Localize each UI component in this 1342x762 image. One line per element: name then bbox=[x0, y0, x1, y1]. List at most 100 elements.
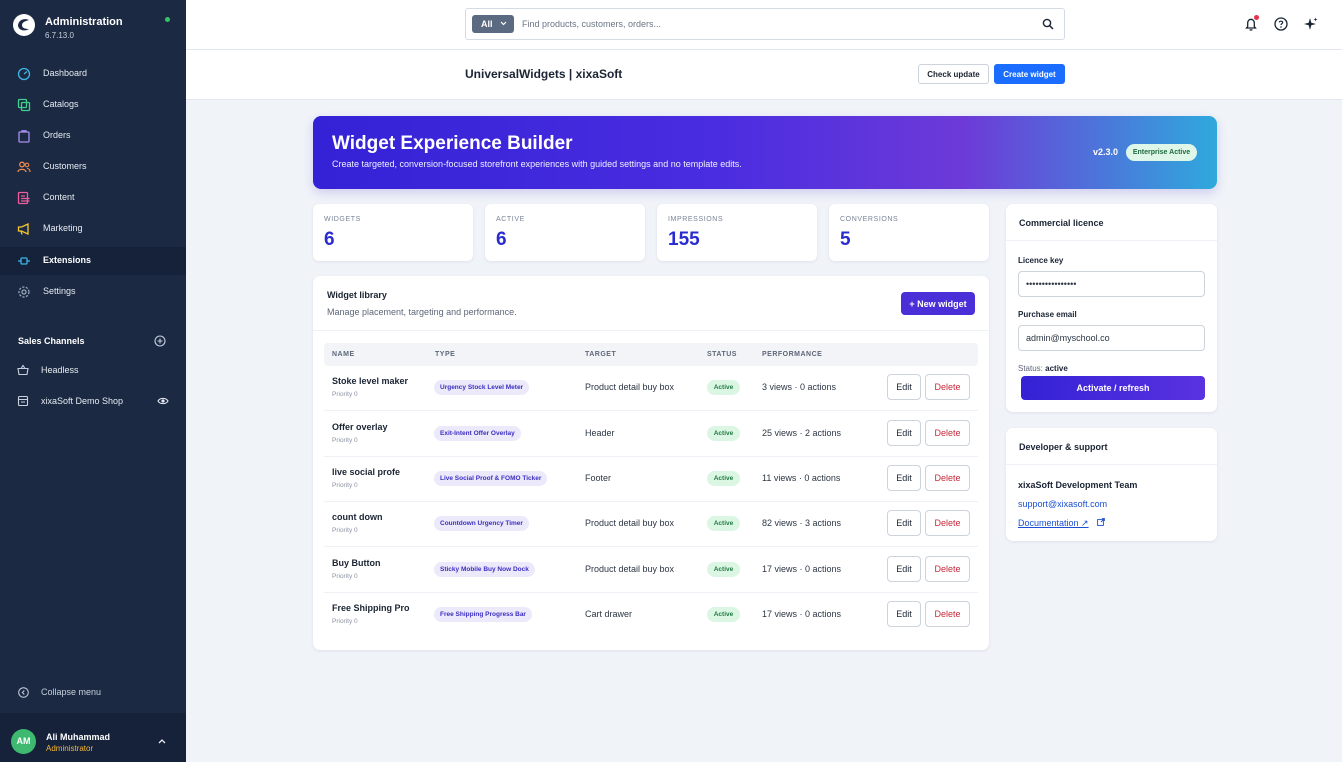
licence-status-value: active bbox=[1045, 364, 1068, 373]
sidebar-item-extensions[interactable]: Extensions bbox=[0, 247, 186, 275]
help-button[interactable] bbox=[1273, 16, 1289, 32]
chevron-up-icon[interactable] bbox=[157, 737, 167, 745]
gauge-icon bbox=[17, 67, 31, 81]
support-email-link[interactable]: support@xixasoft.com bbox=[1018, 499, 1107, 509]
stat-card-conversions: CONVERSIONS 5 bbox=[829, 204, 989, 261]
support-card-title: Developer & support bbox=[1019, 442, 1108, 452]
user-menu[interactable]: AM Ali Muhammad Administrator bbox=[0, 713, 186, 762]
sales-channel-headless[interactable]: Headless bbox=[0, 359, 186, 383]
edit-button[interactable]: Edit bbox=[887, 510, 921, 536]
app-title: Administration bbox=[45, 16, 123, 28]
delete-button[interactable]: Delete bbox=[925, 374, 970, 400]
widget-name: live social profe bbox=[332, 467, 401, 477]
search-scope-dropdown[interactable]: All bbox=[472, 15, 514, 33]
sales-channels-title: Sales Channels bbox=[18, 336, 85, 346]
sales-channel-demo-shop[interactable]: xixaSoft Demo Shop bbox=[0, 390, 186, 414]
edit-button[interactable]: Edit bbox=[887, 556, 921, 582]
sparkle-icon bbox=[1304, 17, 1318, 30]
documentation-link[interactable]: Documentation ↗ bbox=[1018, 518, 1089, 529]
sidebar-item-orders[interactable]: Orders bbox=[0, 122, 186, 150]
licence-key-field[interactable] bbox=[1018, 271, 1205, 297]
sidebar-item-dashboard[interactable]: Dashboard bbox=[0, 60, 186, 88]
help-icon bbox=[1274, 17, 1288, 31]
stat-label: IMPRESSIONS bbox=[668, 216, 724, 223]
create-widget-button[interactable]: Create widget bbox=[994, 64, 1065, 84]
version-label: v2.3.0 bbox=[1093, 147, 1119, 157]
column-header-target[interactable]: TARGET bbox=[585, 351, 616, 358]
sidebar-item-content[interactable]: Content bbox=[0, 184, 186, 212]
new-widget-button[interactable]: + New widget bbox=[901, 292, 975, 315]
notification-badge bbox=[1254, 15, 1259, 20]
widget-priority: Priority 0 bbox=[332, 618, 358, 625]
widget-library-header: Widget library Manage placement, targeti… bbox=[313, 276, 989, 331]
check-update-button[interactable]: Check update bbox=[918, 64, 989, 84]
edit-button[interactable]: Edit bbox=[887, 374, 921, 400]
widget-target: Footer bbox=[585, 473, 612, 483]
search-scope-label: All bbox=[481, 19, 493, 29]
status-badge: Active bbox=[707, 471, 740, 486]
delete-button[interactable]: Delete bbox=[925, 556, 970, 582]
widget-type-badge: Urgency Stock Level Meter bbox=[434, 380, 530, 395]
widget-priority: Priority 0 bbox=[332, 527, 358, 534]
status-badge: Active bbox=[707, 607, 740, 622]
collapse-menu-button[interactable]: Collapse menu bbox=[18, 685, 168, 701]
online-status-dot bbox=[165, 17, 170, 22]
widget-library-title: Widget library bbox=[327, 290, 387, 300]
edit-button[interactable]: Edit bbox=[887, 601, 921, 627]
stat-card-impressions: IMPRESSIONS 155 bbox=[657, 204, 817, 261]
column-header-type[interactable]: TYPE bbox=[435, 351, 455, 358]
stat-value: 5 bbox=[840, 229, 851, 250]
delete-button[interactable]: Delete bbox=[925, 510, 970, 536]
activate-refresh-button[interactable]: Activate / refresh bbox=[1021, 376, 1205, 400]
widget-priority: Priority 0 bbox=[332, 573, 358, 580]
sidebar-item-settings[interactable]: Settings bbox=[0, 278, 186, 306]
sidebar-item-label: Catalogs bbox=[43, 99, 79, 109]
stat-value: 155 bbox=[668, 229, 700, 250]
stat-value: 6 bbox=[496, 229, 507, 250]
delete-button[interactable]: Delete bbox=[925, 420, 970, 446]
add-circle-icon[interactable] bbox=[154, 335, 166, 347]
sidebar-item-catalogs[interactable]: Catalogs bbox=[0, 91, 186, 119]
storefront-icon bbox=[17, 395, 29, 407]
purchase-email-field[interactable] bbox=[1018, 325, 1205, 351]
delete-button[interactable]: Delete bbox=[925, 465, 970, 491]
status-badge: Active bbox=[707, 380, 740, 395]
support-card: Developer & support xixaSoft Development… bbox=[1006, 428, 1217, 541]
top-bar: All bbox=[186, 0, 1342, 50]
delete-button[interactable]: Delete bbox=[925, 601, 970, 627]
users-icon bbox=[17, 161, 31, 173]
edit-button[interactable]: Edit bbox=[887, 465, 921, 491]
stat-card-active: ACTIVE 6 bbox=[485, 204, 645, 261]
table-row: Buy Button Priority 0 Sticky Mobile Buy … bbox=[324, 548, 978, 593]
search-input[interactable] bbox=[522, 15, 1022, 33]
brand[interactable]: Administration 6.7.13.0 bbox=[12, 12, 178, 42]
edit-button[interactable]: Edit bbox=[887, 420, 921, 446]
widget-performance: 17 views · 0 actions bbox=[762, 609, 842, 619]
column-header-performance[interactable]: PERFORMANCE bbox=[762, 351, 822, 358]
purchase-email-label: Purchase email bbox=[1018, 310, 1077, 319]
notifications-button[interactable] bbox=[1243, 15, 1259, 32]
column-header-name[interactable]: NAME bbox=[332, 351, 355, 358]
licence-key-label: Licence key bbox=[1018, 256, 1064, 265]
widget-performance: 17 views · 0 actions bbox=[762, 564, 842, 574]
ai-assistant-button[interactable] bbox=[1303, 16, 1319, 32]
table-header: NAME TYPE TARGET STATUS PERFORMANCE bbox=[324, 343, 978, 366]
widget-library-card: Widget library Manage placement, targeti… bbox=[313, 276, 989, 650]
sidebar-item-customers[interactable]: Customers bbox=[0, 153, 186, 181]
widget-name: Free Shipping Pro bbox=[332, 603, 410, 613]
user-name: Ali Muhammad bbox=[46, 732, 111, 742]
widget-type-badge: Sticky Mobile Buy Now Dock bbox=[434, 562, 535, 577]
eye-icon[interactable] bbox=[157, 396, 169, 406]
column-header-status[interactable]: STATUS bbox=[707, 351, 737, 358]
widget-name: count down bbox=[332, 512, 383, 522]
widget-target: Product detail buy box bbox=[585, 564, 675, 574]
sales-channel-label: xixaSoft Demo Shop bbox=[41, 396, 124, 406]
table-row: Stoke level maker Priority 0 Urgency Sto… bbox=[324, 366, 978, 411]
widget-library-subtitle: Manage placement, targeting and performa… bbox=[327, 307, 517, 317]
widget-performance: 25 views · 2 actions bbox=[762, 428, 842, 438]
search-icon[interactable] bbox=[1042, 18, 1054, 30]
sidebar-item-marketing[interactable]: Marketing bbox=[0, 215, 186, 243]
chevron-down-icon bbox=[500, 21, 507, 26]
widget-type-badge: Live Social Proof & FOMO Ticker bbox=[434, 471, 548, 486]
widget-priority: Priority 0 bbox=[332, 437, 358, 444]
